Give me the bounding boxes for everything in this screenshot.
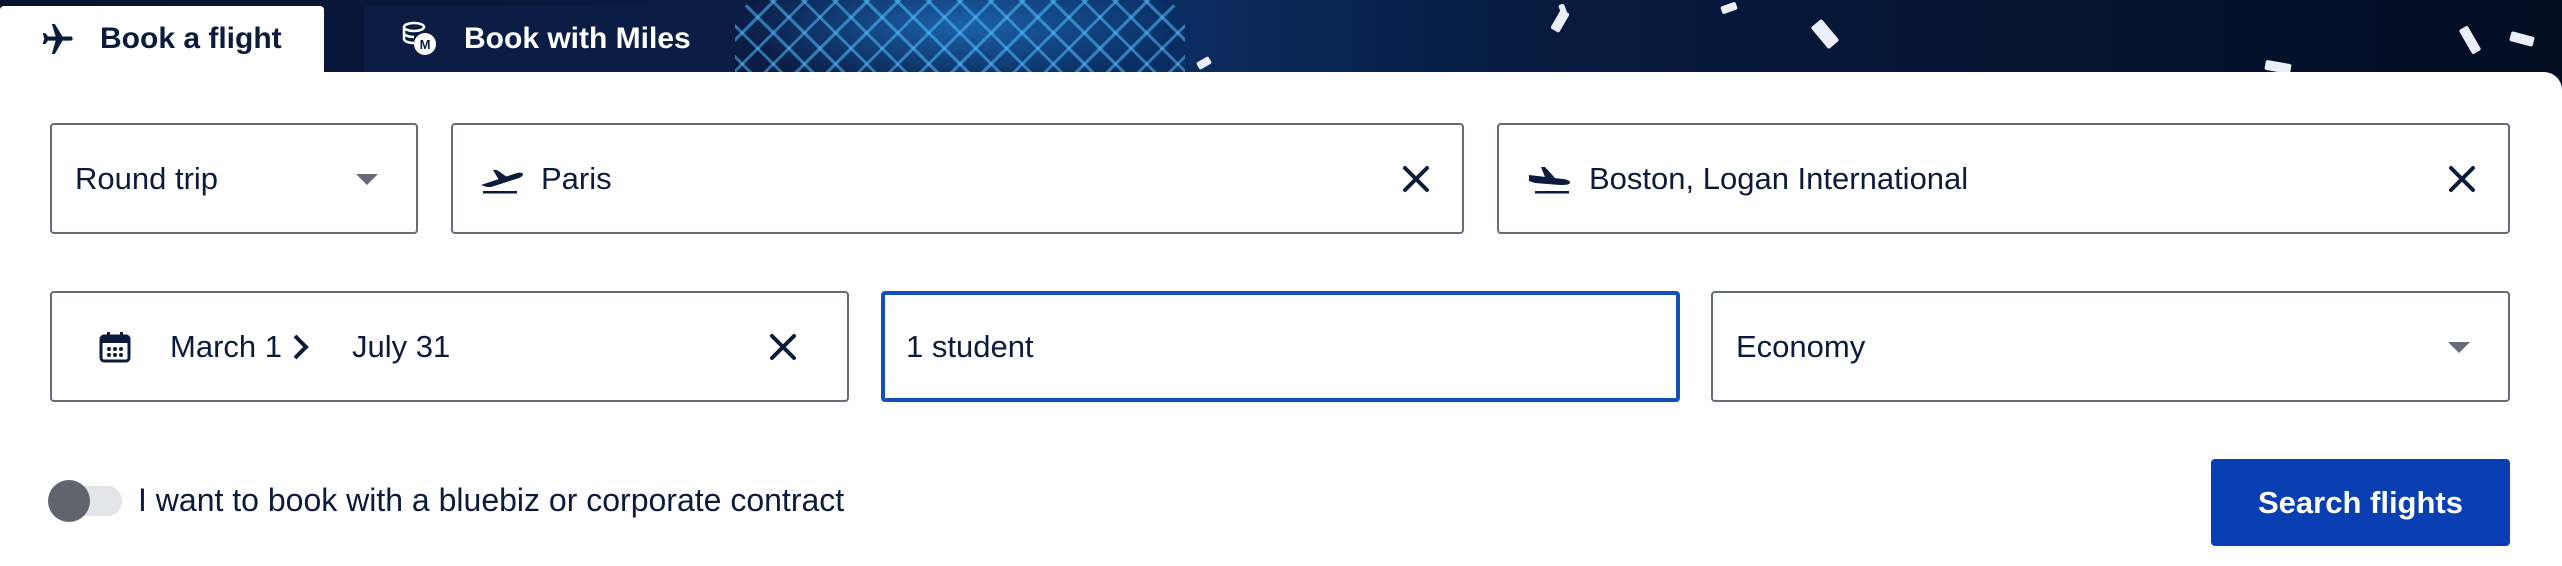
destination-input[interactable]: Boston, Logan International	[1497, 123, 2510, 234]
corporate-contract-toggle[interactable]	[48, 480, 122, 522]
confetti-decoration	[1810, 18, 1840, 50]
chevron-down-icon	[2448, 341, 2470, 353]
clear-destination-icon[interactable]	[2444, 161, 2480, 197]
confetti-decoration	[1720, 1, 1738, 15]
miles-coins-icon: M	[398, 17, 442, 61]
confetti-decoration	[2509, 31, 2535, 47]
origin-input[interactable]: Paris	[451, 123, 1464, 234]
return-date-value: July 31	[351, 328, 451, 364]
departure-plane-icon	[477, 163, 527, 195]
trip-type-select[interactable]: Round trip	[50, 123, 418, 234]
chevron-down-icon	[356, 173, 378, 185]
confetti-decoration	[2458, 25, 2482, 55]
search-flights-button[interactable]: Search flights	[2211, 459, 2510, 546]
toggle-knob	[48, 480, 90, 522]
confetti-decoration	[1195, 56, 1213, 70]
cabin-class-select[interactable]: Economy	[1711, 291, 2510, 402]
tab-label: Book a flight	[100, 22, 282, 55]
passengers-input[interactable]: 1 student	[881, 291, 1680, 402]
depart-date-value: March 1	[170, 328, 282, 364]
tab-book-a-flight[interactable]: Book a flight	[0, 6, 324, 72]
passengers-value: 1 student	[906, 328, 1034, 364]
airplane-icon	[34, 17, 78, 61]
svg-text:M: M	[420, 37, 431, 52]
clear-origin-icon[interactable]	[1398, 161, 1434, 197]
clear-dates-icon[interactable]	[765, 329, 801, 365]
arrival-plane-icon	[1525, 163, 1575, 195]
origin-value: Paris	[541, 160, 612, 196]
trip-type-value: Round trip	[75, 160, 219, 196]
calendar-icon	[98, 330, 132, 364]
tab-book-with-miles[interactable]: M Book with Miles	[364, 6, 734, 72]
tab-label: Book with Miles	[464, 22, 691, 55]
chevron-right-icon	[292, 333, 310, 361]
corporate-contract-label: I want to book with a bluebiz or corpora…	[138, 482, 845, 518]
destination-value: Boston, Logan International	[1589, 160, 1969, 196]
date-range-input[interactable]: March 1 July 31	[50, 291, 849, 402]
cabin-class-value: Economy	[1736, 328, 1866, 364]
